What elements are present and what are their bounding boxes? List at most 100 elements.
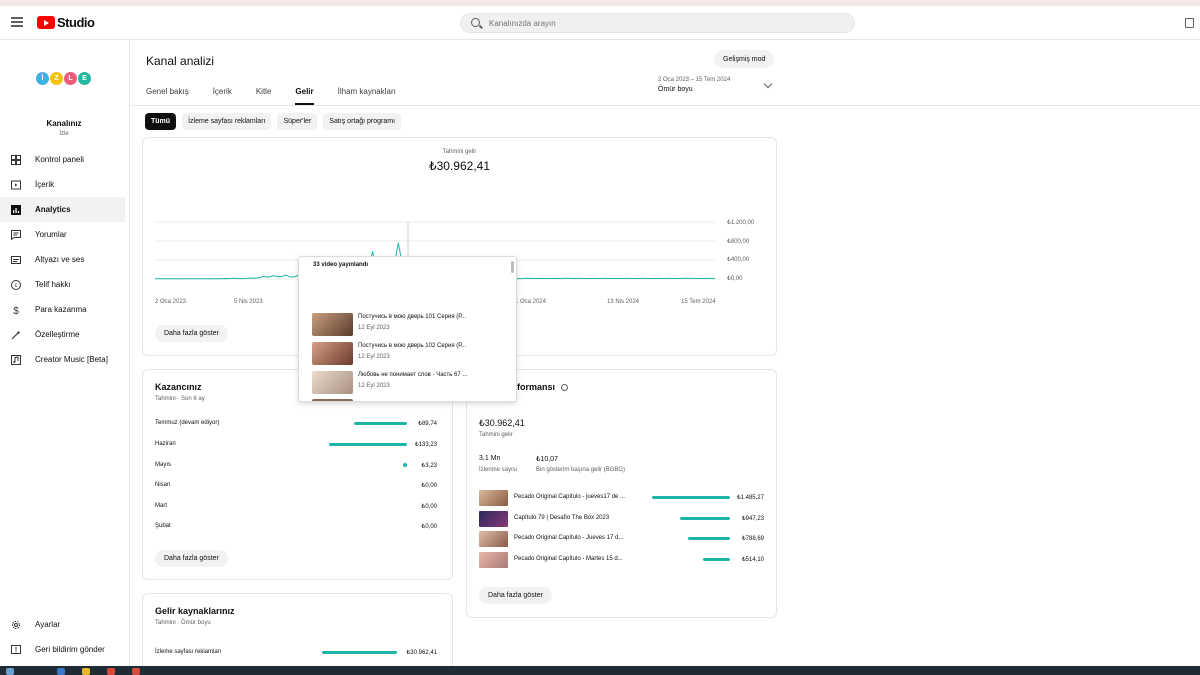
- earnings-row[interactable]: Mayıs ₺3,23: [155, 460, 437, 472]
- date-preset[interactable]: Ömür boyu: [658, 86, 693, 93]
- video-revenue-value: ₺788,69: [741, 536, 764, 542]
- video-revenue-value: ₺514,10: [741, 557, 764, 563]
- top-video-row[interactable]: Pecado Original Capítulo - Jueves 17 d..…: [479, 531, 764, 548]
- chip-supers[interactable]: Süper'ler: [277, 113, 318, 130]
- popup-video-item[interactable]: Любовь не понимает слов - Часть 67 ... 1…: [312, 371, 502, 395]
- video-thumbnail[interactable]: [479, 552, 508, 568]
- uploaded-videos-popup[interactable]: 33 video yayınlandı Постучись в мою двер…: [298, 256, 517, 402]
- tab-overview[interactable]: Genel bakış: [146, 87, 189, 105]
- earnings-row[interactable]: Haziran ₺133,23: [155, 439, 437, 451]
- top-video-row[interactable]: Pecado Original Capítulo - jueves17 de .…: [479, 490, 764, 507]
- dollar-icon: $: [13, 306, 19, 315]
- gear-icon: [12, 620, 20, 629]
- video-date: 12 Eyl 2023: [358, 354, 390, 360]
- tab-inspiration[interactable]: İlham kaynakları: [338, 87, 396, 105]
- source-value: ₺30.962,41: [406, 650, 437, 656]
- popup-video-item-partial[interactable]: [312, 399, 353, 401]
- video-thumbnail[interactable]: [312, 371, 353, 394]
- video-title[interactable]: Pecado Original Capítulo - Jueves 17 d..…: [514, 535, 623, 541]
- info-icon[interactable]: [560, 384, 568, 392]
- video-title[interactable]: Pecado Original Capítulo - Martes 15 d..…: [514, 556, 623, 562]
- comments-icon: [11, 229, 21, 240]
- studio-logo[interactable]: Studio: [37, 15, 95, 30]
- taskbar-app-icon[interactable]: [82, 668, 90, 675]
- taskbar-app-icon[interactable]: [107, 668, 115, 675]
- source-row[interactable]: İzleme sayfası reklamları ₺30.962,41: [155, 647, 437, 659]
- video-title[interactable]: Постучись в мою дверь 102 Серия (Р...: [358, 343, 466, 349]
- sidebar-item-settings[interactable]: Ayarlar: [0, 612, 125, 637]
- chip-all[interactable]: Tümü: [145, 113, 177, 130]
- menu-icon[interactable]: [11, 17, 23, 27]
- earnings-row[interactable]: Nisan ₺0,00: [155, 480, 437, 492]
- search-icon[interactable]: [471, 18, 480, 27]
- video-title[interactable]: Постучись в мою дверь 101 Серия (Р...: [358, 314, 466, 320]
- video-thumbnail[interactable]: [479, 490, 508, 506]
- video-thumbnail[interactable]: [312, 342, 353, 365]
- month-label: Mayıs: [155, 462, 172, 468]
- top-video-row[interactable]: Capítulo 79 | Desafío The Box 2023 ₺947,…: [479, 511, 764, 528]
- search-box[interactable]: [460, 13, 855, 33]
- revenue-sources-card: Gelir kaynaklarınız Tahmini · Ömür boyu …: [142, 593, 453, 673]
- month-value: ₺89,74: [418, 421, 437, 427]
- sidebar-item-subtitles[interactable]: Altyazı ve ses: [0, 247, 125, 272]
- earnings-row[interactable]: Temmuz (devam ediyor) ₺89,74: [155, 418, 437, 430]
- show-more-button[interactable]: Daha fazla göster: [155, 325, 228, 342]
- tab-revenue[interactable]: Gelir: [295, 87, 314, 105]
- month-value: ₺0,00: [421, 524, 438, 530]
- channel-handle: İzle: [59, 131, 69, 137]
- sidebar-item-feedback[interactable]: Geri bildirim gönder: [0, 637, 125, 662]
- sidebar-item-dashboard[interactable]: Kontrol paneli: [0, 147, 125, 172]
- x-tick-label: 15 Tem 2024: [681, 299, 716, 305]
- earnings-row[interactable]: Mart ₺0,00: [155, 501, 437, 513]
- search-input[interactable]: [489, 17, 789, 30]
- video-title[interactable]: Capítulo 79 | Desafío The Box 2023: [514, 515, 609, 521]
- video-revenue-bar: [680, 517, 730, 520]
- month-label: Haziran: [155, 441, 176, 447]
- top-video-row[interactable]: Pecado Original Capítulo - Martes 15 d..…: [479, 552, 764, 569]
- notes-icon[interactable]: [1185, 18, 1194, 28]
- earnings-row[interactable]: Şubat ₺0,00: [155, 521, 437, 533]
- sidebar-item-copyright[interactable]: c Telif hakkı: [0, 272, 125, 297]
- youtube-play-icon: [37, 16, 55, 29]
- video-title[interactable]: Любовь не понимает слов - Часть 67 ...: [358, 372, 467, 378]
- video-title[interactable]: Pecado Original Capítulo - jueves17 de .…: [514, 494, 625, 500]
- popup-video-item[interactable]: Постучись в мою дверь 101 Серия (Р... 12…: [312, 313, 502, 337]
- video-thumbnail[interactable]: [479, 511, 508, 527]
- sidebar-item-creator-music[interactable]: Creator Music [Beta]: [0, 347, 125, 372]
- sidebar-item-comments[interactable]: Yorumlar: [0, 222, 125, 247]
- chip-affiliate[interactable]: Satış ortağı programı: [323, 113, 402, 130]
- popup-video-item[interactable]: Постучись в мою дверь 102 Серия (Р... 12…: [312, 342, 502, 366]
- taskbar-app-icon[interactable]: [132, 668, 140, 675]
- tab-audience[interactable]: Kitle: [256, 87, 272, 105]
- svg-text:c: c: [15, 283, 18, 289]
- video-revenue-value: ₺1.485,27: [736, 495, 764, 501]
- popup-scrollbar[interactable]: [511, 261, 514, 273]
- sidebar-item-label: Altyazı ve ses: [35, 255, 85, 264]
- earnings-subtitle: Tahmini · Son 6 ay: [155, 396, 205, 402]
- tab-content[interactable]: İçerik: [213, 87, 232, 105]
- video-thumbnail[interactable]: [312, 313, 353, 336]
- advanced-mode-button[interactable]: Gelişmiş mod: [714, 50, 775, 68]
- performance-title: formansı: [517, 382, 568, 392]
- show-more-button[interactable]: Daha fazla göster: [155, 550, 228, 567]
- sidebar-item-customization[interactable]: Özelleştirme: [0, 322, 125, 347]
- taskbar-app-icon[interactable]: [57, 668, 65, 675]
- sidebar-item-analytics[interactable]: Analytics: [0, 197, 125, 222]
- rpm-value: ₺10,07: [536, 456, 558, 463]
- sidebar-item-content[interactable]: İçerik: [0, 172, 125, 197]
- channel-avatar[interactable]: İ Z L E: [36, 72, 92, 85]
- windows-start-icon[interactable]: [6, 668, 14, 675]
- chip-watch-page-ads[interactable]: İzleme sayfası reklamları: [182, 113, 272, 130]
- earnings-bar: [354, 422, 407, 425]
- chevron-down-icon[interactable]: [763, 79, 773, 89]
- filter-chips: Tümü İzleme sayfası reklamları Süper'ler…: [145, 113, 407, 130]
- dashboard-icon: [11, 154, 21, 165]
- feedback-icon: [11, 644, 21, 654]
- date-range-text[interactable]: 2 Oca 2023 – 15 Tem 2024: [658, 77, 730, 83]
- main-content: Kanal analizi Gelişmiş mod 2 Oca 2023 – …: [131, 41, 1200, 673]
- show-more-button[interactable]: Daha fazla göster: [479, 587, 552, 604]
- avatar-letter: Z: [50, 72, 63, 85]
- sidebar-item-monetization[interactable]: $ Para kazanma: [0, 297, 125, 322]
- month-label: Mart: [155, 503, 167, 509]
- video-thumbnail[interactable]: [479, 531, 508, 547]
